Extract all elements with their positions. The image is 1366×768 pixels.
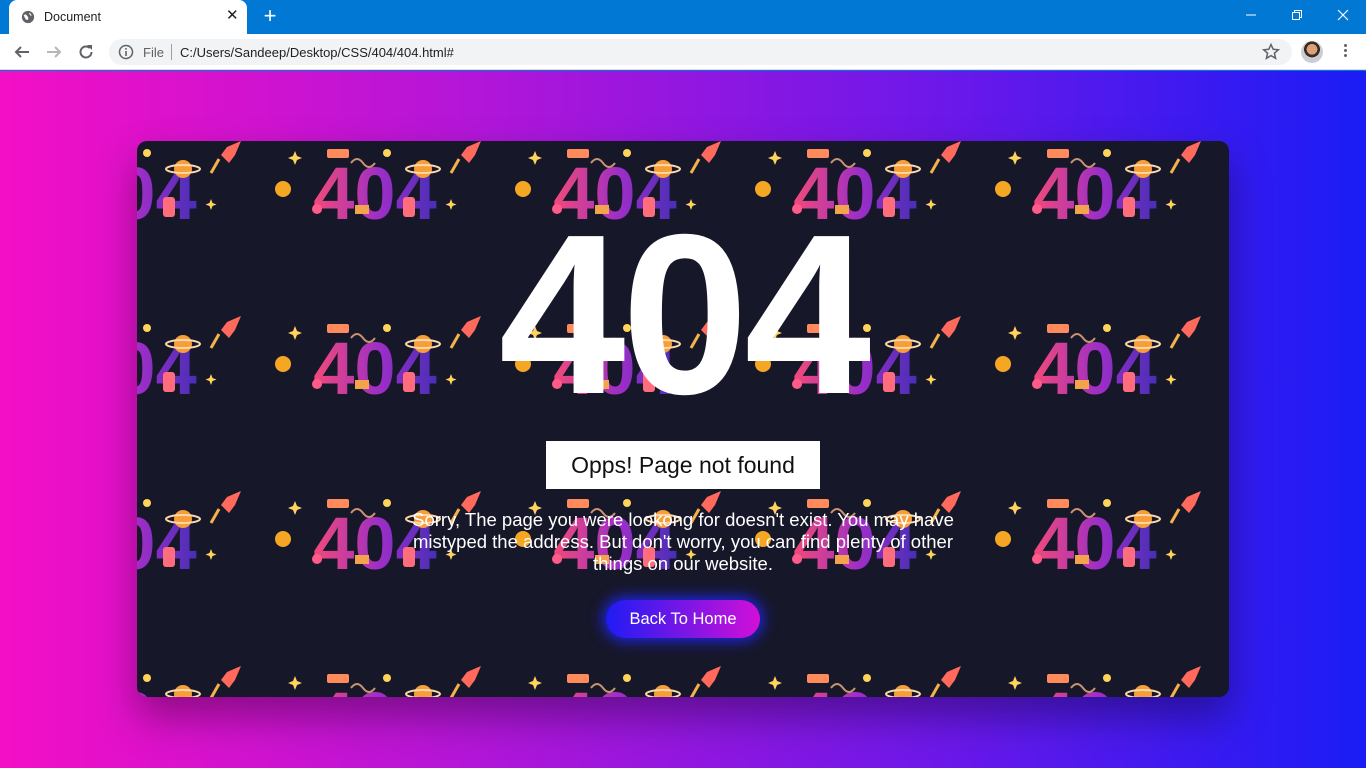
- error-card: 404 404 Opps! Page n: [137, 141, 1229, 697]
- url-text[interactable]: C:/Users/Sandeep/Desktop/CSS/404/404.htm…: [180, 45, 454, 60]
- scheme-label: File: [143, 45, 164, 60]
- title-bar: Document ✕ +: [0, 0, 1366, 34]
- info-icon[interactable]: [118, 44, 134, 60]
- close-icon[interactable]: ✕: [226, 8, 239, 24]
- error-message: Sorry, The page you were lookong for doe…: [412, 509, 954, 574]
- back-arrow-icon[interactable]: [10, 40, 34, 64]
- window-close-icon[interactable]: [1320, 0, 1366, 30]
- tab-title: Document: [44, 10, 101, 24]
- plus-icon[interactable]: +: [259, 5, 281, 27]
- error-code-heading: 404: [498, 188, 871, 442]
- page-not-found-subtitle: Opps! Page not found: [546, 441, 820, 489]
- globe-icon: [21, 10, 35, 24]
- browser-tab[interactable]: Document ✕: [9, 0, 247, 34]
- browser-toolbar: File C:/Users/Sandeep/Desktop/CSS/404/40…: [0, 34, 1366, 70]
- reload-icon[interactable]: [74, 40, 98, 64]
- minimize-icon[interactable]: [1228, 0, 1274, 30]
- back-to-home-button[interactable]: Back To Home: [606, 600, 760, 638]
- restore-icon[interactable]: [1274, 0, 1320, 30]
- forward-arrow-icon[interactable]: [42, 40, 66, 64]
- divider: [171, 44, 172, 60]
- avatar[interactable]: [1301, 41, 1323, 63]
- page-viewport: 404 404 Opps! Page n: [0, 71, 1366, 768]
- star-icon[interactable]: [1261, 42, 1281, 62]
- address-bar[interactable]: File C:/Users/Sandeep/Desktop/CSS/404/40…: [109, 39, 1292, 65]
- kebab-menu-icon[interactable]: [1335, 42, 1355, 62]
